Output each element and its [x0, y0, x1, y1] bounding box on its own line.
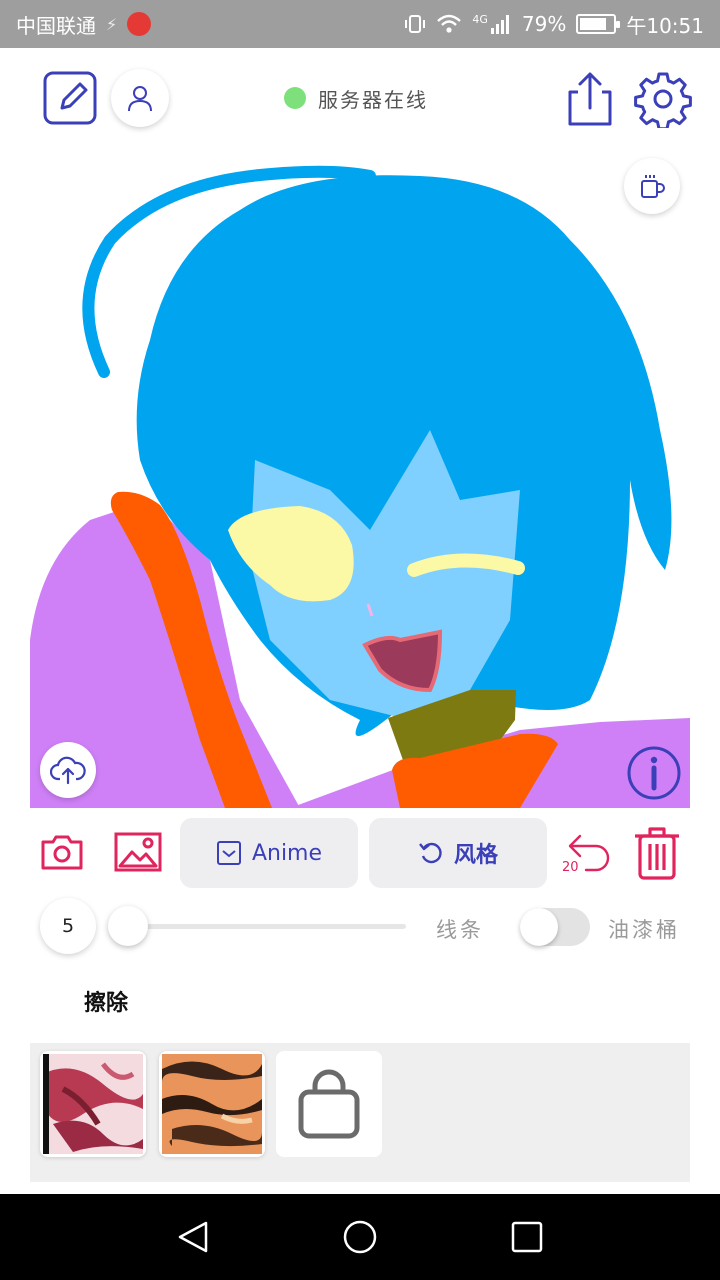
server-status: 服务器在线 [284, 84, 428, 112]
undo-count: 20 [562, 860, 579, 875]
info-icon [627, 746, 681, 800]
vibrate-icon [405, 15, 426, 33]
bucket-toggle-knob [520, 908, 558, 946]
back-icon[interactable] [176, 1219, 210, 1255]
coffee-icon [641, 175, 665, 198]
style-thumb-tiger-image [162, 1054, 262, 1154]
network-type: 4G [472, 12, 488, 26]
signal-icon [490, 15, 509, 34]
style-thumb-tiger[interactable] [159, 1051, 265, 1157]
style-button[interactable]: 风格 [369, 818, 547, 888]
style-label: 风格 [453, 843, 498, 868]
status-bar: 中国联通 ⚡ 4G 79% 午10:51 [0, 0, 720, 48]
app-screen: 中国联通 ⚡ 4G 79% 午10:51 服务器在线 Anime 风格 20 5… [0, 0, 720, 1280]
model-label: Anime [251, 840, 323, 866]
style-thumb-red[interactable] [40, 1051, 146, 1157]
upload-button[interactable] [40, 742, 96, 798]
user-icon [128, 86, 152, 112]
profile-button[interactable] [111, 69, 169, 127]
trash-icon [635, 827, 679, 880]
info-button[interactable] [626, 745, 682, 801]
line-mode-label: 线条 [436, 918, 484, 942]
settings-icon [634, 72, 692, 128]
checkbox-icon [216, 841, 241, 865]
bucket-mode-label: 油漆桶 [608, 918, 680, 942]
battery-level [580, 18, 606, 30]
cloud-upload-icon [50, 756, 86, 785]
home-icon[interactable] [342, 1219, 378, 1255]
brush-size-value: 5 [40, 898, 96, 954]
edit-icon [43, 71, 97, 125]
battery-percent: 79% [521, 12, 567, 36]
share-icon [568, 72, 612, 126]
style-tray [30, 1043, 690, 1182]
server-status-text: 服务器在线 [318, 87, 428, 112]
style-thumb-red-image [43, 1054, 143, 1154]
camera-icon [41, 835, 83, 870]
wifi-icon [437, 14, 462, 33]
usb-icon: ⚡ [106, 14, 118, 34]
recents-icon[interactable] [510, 1220, 544, 1254]
coffee-button[interactable] [624, 158, 680, 214]
notification-app-icon [127, 12, 152, 36]
battery-icon [576, 14, 621, 34]
carrier-name: 中国联通 [16, 13, 96, 38]
image-icon [114, 832, 162, 872]
brush-size-slider-thumb[interactable] [108, 906, 148, 946]
bucket-toggle[interactable] [520, 908, 590, 946]
drawing-canvas[interactable] [30, 145, 690, 808]
drawing-sketch [30, 165, 690, 808]
refresh-icon [419, 842, 442, 864]
share-button[interactable] [564, 70, 616, 128]
style-shop-button[interactable] [276, 1051, 382, 1157]
gallery-button[interactable] [114, 832, 162, 872]
shopping-bag-icon [298, 1069, 360, 1139]
camera-button[interactable] [40, 832, 84, 872]
control-row: Anime 风格 20 [30, 818, 690, 888]
edit-button[interactable] [42, 70, 98, 126]
brush-size-slider[interactable] [120, 924, 406, 929]
server-status-dot [284, 87, 306, 109]
erase-label[interactable]: 擦除 [84, 985, 128, 1017]
model-select-button[interactable]: Anime [180, 818, 358, 888]
navigation-bar [0, 1194, 720, 1280]
status-time: 午10:51 [626, 13, 704, 38]
settings-button[interactable] [634, 70, 692, 128]
delete-button[interactable] [632, 824, 682, 882]
